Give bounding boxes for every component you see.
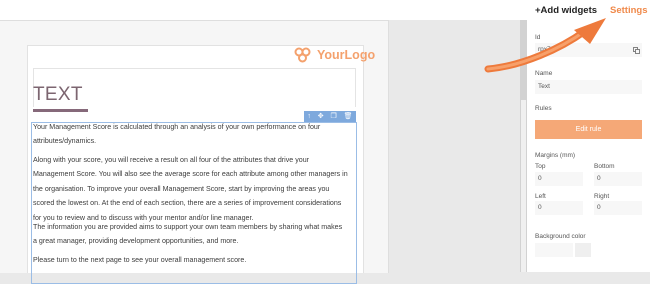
paragraph: The information you are provided aims to…	[33, 223, 343, 246]
margin-top-field[interactable]: 0	[535, 172, 583, 186]
id-label: Id	[535, 34, 541, 41]
canvas-top-bar	[0, 0, 527, 20]
color-swatch[interactable]	[575, 243, 591, 257]
left-label: Left	[535, 193, 546, 200]
background-color-field[interactable]	[535, 243, 573, 257]
logo-text: YourLogo	[317, 48, 376, 62]
margins-label: Margins (mm)	[535, 152, 576, 159]
top-label: Top	[535, 163, 546, 170]
copy-id-icon[interactable]	[633, 47, 640, 54]
rules-label: Rules	[535, 105, 552, 112]
scrollbar-thumb[interactable]	[521, 100, 526, 272]
paragraph: Along with your score, you will receive …	[33, 156, 348, 222]
background-color-label: Background color	[535, 233, 586, 240]
tab-settings[interactable]: Settings	[610, 5, 647, 16]
paragraph: Please turn to the next page to see your…	[33, 256, 247, 264]
id-field[interactable]: rpx7fc	[535, 43, 642, 57]
margin-bottom-field[interactable]: 0	[594, 172, 642, 186]
logo: YourLogo	[294, 47, 375, 63]
bottom-label: Bottom	[594, 163, 615, 170]
edit-rule-button[interactable]: Edit rule	[535, 120, 642, 139]
paragraph: Your Management Score is calculated thro…	[33, 123, 321, 146]
page-title: TEXT	[33, 84, 83, 105]
name-field[interactable]: Text	[535, 80, 642, 94]
name-label: Name	[535, 70, 553, 77]
right-label: Right	[594, 193, 610, 200]
margin-left-field[interactable]: 0	[535, 201, 583, 215]
tab-add-widgets[interactable]: +Add widgets	[535, 5, 597, 16]
margin-right-field[interactable]: 0	[594, 201, 642, 215]
title-underline	[33, 109, 88, 112]
logo-icon	[294, 47, 311, 63]
